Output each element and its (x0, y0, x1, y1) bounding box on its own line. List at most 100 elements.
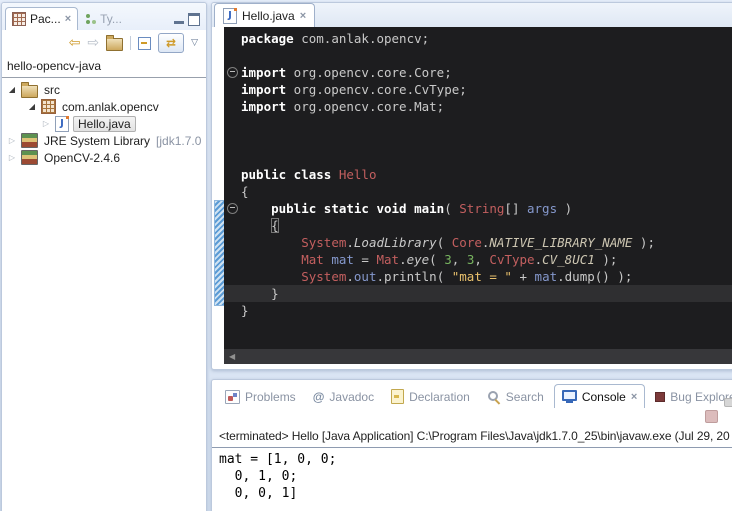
tree-item-label: src (42, 83, 62, 97)
search-icon (487, 390, 501, 403)
code-line[interactable] (241, 149, 732, 166)
project-tree: ◢ src ◢ com.anlak.opencv ▷ JHello.java ▷ JRE Sy… (2, 78, 206, 166)
go-up-icon[interactable] (106, 38, 123, 51)
code-line[interactable] (241, 47, 732, 64)
back-icon[interactable]: ⇦ (69, 36, 81, 50)
code-line[interactable]: } (241, 302, 732, 319)
fold-collapse-icon[interactable] (227, 67, 238, 78)
view-menu-icon[interactable]: ▽ (191, 38, 198, 48)
project-root[interactable]: hello-opencv-java (2, 56, 206, 78)
collapsed-arrow-icon[interactable]: ▷ (41, 119, 51, 128)
code-line[interactable]: { (241, 217, 732, 234)
expanded-arrow-icon[interactable]: ◢ (27, 102, 37, 111)
console-divider (212, 447, 732, 448)
code-line[interactable]: import org.opencv.core.CvType; (241, 81, 732, 98)
package-icon (41, 99, 56, 114)
tab-bug-explorer[interactable]: Bug Explorer (648, 385, 732, 408)
code-lines[interactable]: package com.anlak.opencv; import org.open… (241, 27, 732, 349)
type-hierarchy-icon (84, 13, 96, 25)
forward-icon[interactable]: ⇨ (87, 36, 99, 50)
collapse-all-icon[interactable] (138, 37, 151, 50)
code-line[interactable]: System.LoadLibrary( Core.NATIVE_LIBRARY_… (241, 234, 732, 251)
bug-icon (655, 392, 665, 402)
scroll-left-icon[interactable]: ◀ (229, 352, 235, 361)
minimize-icon[interactable] (174, 12, 184, 24)
tab-label: Problems (245, 390, 296, 404)
package-explorer-icon (12, 12, 26, 26)
close-icon[interactable]: × (65, 13, 71, 25)
console-icon (562, 390, 577, 403)
tab-label: Declaration (409, 390, 470, 404)
console-line: 0, 1, 0; (219, 468, 336, 485)
tab-package-explorer[interactable]: Pac... × (5, 7, 78, 30)
code-line[interactable]: } (224, 285, 732, 302)
code-line[interactable]: { (241, 183, 732, 200)
link-with-editor-button[interactable]: ⇄ (158, 33, 184, 53)
tree-item-src[interactable]: ◢ src (2, 81, 206, 98)
collapsed-arrow-icon[interactable]: ▷ (7, 136, 17, 145)
editor-tab-bar: J Hello.java × (212, 3, 732, 27)
code-editor[interactable]: package com.anlak.opencv; import org.open… (224, 27, 732, 349)
editor-panel: J Hello.java × package com.anlak.opencv;… (211, 2, 732, 370)
console-toolbar-button[interactable] (724, 398, 732, 407)
code-line[interactable] (241, 132, 732, 149)
collapsed-arrow-icon[interactable]: ▷ (7, 153, 17, 162)
library-icon (21, 133, 38, 148)
tab-declaration[interactable]: Declaration (384, 385, 477, 408)
tab-javadoc[interactable]: @ Javadoc (306, 385, 381, 408)
console-line: mat = [1, 0, 0; (219, 451, 336, 468)
code-line[interactable]: Mat mat = Mat.eye( 3, 3, CvType.CV_8UC1 … (241, 251, 732, 268)
console-panel: Problems @ Javadoc Declaration Search Console… (211, 379, 732, 511)
code-line[interactable]: System.out.println( "mat = " + mat.dump(… (241, 268, 732, 285)
package-explorer-toolbar: ⇦ ⇨ ⇄ ▽ (2, 30, 206, 56)
panel-tab-bar: Pac... × Ty... (2, 3, 206, 30)
tree-item-label: Hello.java (73, 116, 136, 132)
expanded-arrow-icon[interactable]: ◢ (7, 85, 17, 94)
tree-item-com-anlak-opencv[interactable]: ◢ com.anlak.opencv (2, 98, 206, 115)
source-folder-icon (21, 85, 38, 98)
close-icon[interactable]: × (300, 10, 306, 22)
tab-label: Bug Explorer (670, 390, 732, 404)
tree-item-opencv-2-4-6[interactable]: ▷ OpenCV-2.4.6 (2, 149, 206, 166)
eclipse-window: Pac... × Ty... ⇦ ⇨ ⇄ ▽ hello-opencv-java… (0, 0, 732, 511)
tab-type-hierarchy[interactable]: Ty... (78, 8, 128, 30)
java-file-icon: J (55, 116, 69, 132)
tab-label: Javadoc (329, 390, 374, 404)
tree-item-label: JRE System Library (42, 134, 152, 148)
code-line[interactable]: public class Hello (241, 166, 732, 183)
tab-hello-java[interactable]: J Hello.java × (214, 3, 315, 27)
tab-search[interactable]: Search (480, 385, 551, 408)
tree-item-label: OpenCV-2.4.6 (42, 151, 122, 165)
console-tabbar: Problems @ Javadoc Declaration Search Console… (212, 380, 732, 408)
library-icon (21, 150, 38, 165)
code-line[interactable]: import org.opencv.core.Core; (241, 64, 732, 81)
code-line[interactable] (241, 115, 732, 132)
console-output[interactable]: mat = [1, 0, 0; 0, 1, 0; 0, 0, 1] (219, 451, 336, 502)
tab-label: Console (582, 390, 626, 404)
link-with-editor-icon: ⇄ (166, 36, 176, 50)
console-line: 0, 0, 1] (219, 485, 336, 502)
toolbar-separator (130, 36, 131, 50)
java-file-icon: J (223, 8, 237, 24)
maximize-icon[interactable] (188, 13, 200, 26)
tree-item-suffix: [jdk1.7.0 (156, 134, 201, 148)
editor-tab-label: Hello.java (242, 9, 295, 23)
horizontal-scrollbar[interactable]: ◀ (224, 349, 732, 364)
tree-item-label: com.anlak.opencv (60, 100, 161, 114)
tab-problems[interactable]: Problems (218, 385, 303, 408)
console-status: <terminated> Hello [Java Application] C:… (219, 429, 732, 443)
terminate-icon[interactable] (705, 410, 718, 423)
tab-label: Search (506, 390, 544, 404)
javadoc-icon: @ (313, 390, 325, 404)
close-icon[interactable]: × (631, 391, 637, 403)
code-line[interactable]: public static void main( String[] args ) (241, 200, 732, 217)
tree-item-jre-system-library[interactable]: ▷ JRE System Library [jdk1.7.0 (2, 132, 206, 149)
tree-item-hello-java[interactable]: ▷ JHello.java (2, 115, 206, 132)
tab-console[interactable]: Console × (554, 384, 645, 408)
code-line[interactable]: import org.opencv.core.Mat; (241, 98, 732, 115)
fold-collapse-icon[interactable] (227, 203, 238, 214)
tab-label: Ty... (100, 12, 122, 26)
code-line[interactable]: package com.anlak.opencv; (241, 30, 732, 47)
problems-icon (225, 390, 240, 404)
package-explorer-panel: Pac... × Ty... ⇦ ⇨ ⇄ ▽ hello-opencv-java… (1, 2, 207, 511)
